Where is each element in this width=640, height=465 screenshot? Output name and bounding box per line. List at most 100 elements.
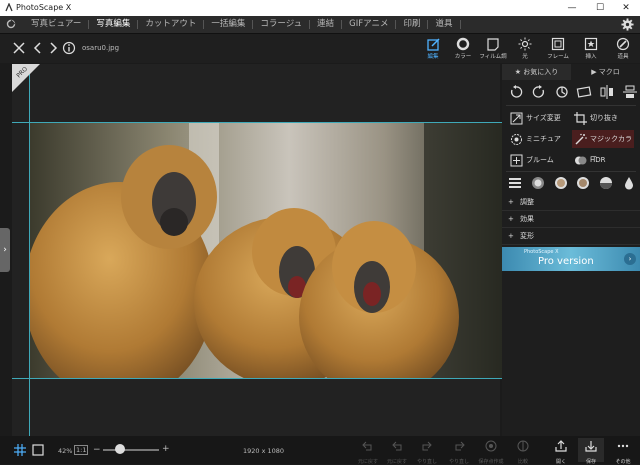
chevron-right-icon[interactable] — [46, 41, 60, 55]
tool-miniature[interactable]: ミニチュア — [508, 130, 570, 148]
section-adjust[interactable]: + 調整 — [502, 194, 640, 211]
tool-hdr[interactable]: HDR — [572, 151, 634, 169]
color-icon — [456, 37, 470, 51]
gear-icon[interactable] — [621, 18, 634, 31]
app-icon — [4, 2, 14, 13]
photo-baboons[interactable] — [29, 122, 502, 378]
minimize-button[interactable]: — — [560, 1, 584, 15]
rotate-left-icon[interactable] — [508, 84, 524, 100]
edit-panel: ★ お気に入り ▶ マクロ サイズ変更 切り抜きミニチュア マジックカラー ブルーム H… — [502, 64, 640, 436]
tool-resize[interactable]: サイズ変更 — [508, 109, 570, 127]
redo-button[interactable]: やり直し — [414, 438, 440, 465]
tool-icon — [616, 37, 630, 51]
undo-all-button[interactable]: 元に戻す — [355, 438, 381, 465]
frame-icon — [551, 37, 565, 51]
crop-guide-bottom[interactable] — [12, 378, 502, 379]
favorites-tab[interactable]: ★ お気に入り — [502, 64, 571, 80]
rotate-right-icon[interactable] — [531, 84, 547, 100]
open-button[interactable]: 開く — [548, 438, 574, 465]
tool-frame[interactable]: フレーム — [544, 37, 572, 61]
save-icon — [585, 441, 597, 452]
menu-tab[interactable]: コラージュ — [253, 20, 311, 29]
photoscape-logo-icon[interactable] — [6, 19, 16, 29]
tool-label: 挿入 — [585, 54, 597, 60]
one-to-one-button[interactable]: 1:1 — [74, 445, 89, 455]
fit-frame-icon[interactable] — [32, 444, 44, 456]
image-dimensions: 1920 x 1080 — [243, 447, 285, 455]
menu-bar: 写真ビュアー 写真編集 カットアウト 一括編集 コラージュ 連結 GIFアニメ 印刷 道具 — [0, 16, 640, 34]
plus-icon: + — [508, 198, 514, 206]
menu-tab[interactable]: 一括編集 — [204, 20, 254, 29]
maximize-button[interactable]: ☐ — [588, 1, 612, 15]
undo-all-icon — [362, 441, 372, 451]
save-button[interactable]: 保存 — [578, 438, 604, 465]
insert-icon — [584, 37, 598, 51]
file-name: osaru0.jpg — [82, 44, 120, 52]
zoom-out-icon[interactable]: − — [93, 445, 101, 455]
tool-edit[interactable]: 編集 — [419, 37, 447, 61]
menu-tab[interactable]: カットアウト — [138, 20, 205, 29]
tool-insert[interactable]: 挿入 — [577, 37, 605, 61]
flip-horizontal-icon[interactable] — [599, 84, 615, 100]
chevron-left-icon[interactable] — [31, 41, 45, 55]
redo-icon — [422, 441, 432, 451]
savepoint-button[interactable]: 保存点作成 — [478, 438, 504, 465]
divider — [506, 171, 636, 172]
menu-tab[interactable]: 道具 — [428, 20, 461, 29]
miniature-icon — [511, 134, 522, 145]
warm-icon[interactable] — [576, 176, 590, 190]
compare-icon — [517, 440, 529, 452]
undo-icon — [392, 441, 402, 451]
rotate-flip-row — [508, 84, 638, 102]
compare-button[interactable]: 比較 — [510, 438, 536, 465]
section-transform[interactable]: + 変形 — [502, 228, 640, 245]
vignette-icon[interactable] — [531, 176, 545, 190]
menu-tab[interactable]: 写真編集 — [89, 20, 139, 29]
levels-icon[interactable] — [508, 176, 522, 190]
half-tone-icon[interactable] — [599, 176, 613, 190]
straighten-icon[interactable] — [576, 84, 592, 100]
left-panel-toggle[interactable]: › — [0, 228, 10, 272]
tool-magic-color[interactable]: マジックカラー — [572, 130, 634, 161]
tool-tool[interactable]: 道具 — [609, 37, 637, 61]
water-drop-icon[interactable] — [622, 176, 636, 190]
undo-button[interactable]: 元に戻す — [384, 438, 410, 465]
more-icon — [617, 444, 629, 448]
flip-vertical-icon[interactable] — [622, 84, 638, 100]
tool-color[interactable]: カラー — [449, 37, 477, 61]
zoom-in-icon[interactable]: + — [162, 444, 170, 454]
tool-light[interactable]: 光 — [511, 37, 539, 61]
zoom-slider-knob[interactable] — [114, 444, 125, 454]
redo-all-button[interactable]: やり直し — [446, 438, 472, 465]
sepia-icon[interactable] — [554, 176, 568, 190]
crop-guide-left[interactable] — [29, 64, 30, 436]
menu-tab[interactable]: 印刷 — [396, 20, 429, 29]
more-button[interactable]: その他 — [610, 438, 636, 465]
bloom-icon — [510, 154, 523, 167]
arrow-right-icon: › — [624, 253, 636, 265]
zoom-level: 42% — [58, 447, 73, 455]
tool-crop[interactable]: 切り抜き — [572, 109, 634, 127]
macro-tab[interactable]: ▶ マクロ — [571, 64, 640, 80]
menu-tab[interactable]: 連結 — [310, 20, 343, 29]
tool-label: サイズ変更 — [526, 114, 561, 122]
zoom-slider-track[interactable] — [103, 449, 159, 451]
tool-bloom[interactable]: ブルーム — [508, 151, 570, 169]
pro-version-banner[interactable]: PhotoScape X Pro version › — [502, 247, 640, 271]
info-icon[interactable] — [62, 41, 76, 55]
hdr-icon — [575, 156, 587, 165]
close-window-button[interactable]: ✕ — [614, 1, 638, 15]
tool-label: 道具 — [617, 54, 629, 60]
tool-film[interactable]: フィルム調 — [479, 37, 507, 61]
section-effects[interactable]: + 効果 — [502, 211, 640, 228]
menu-tab[interactable]: 写真ビュアー — [24, 20, 90, 29]
menu-tab[interactable]: GIFアニメ — [342, 20, 397, 29]
bottom-bar: 42% 1:1 − + 1920 x 1080 元に戻す 元に戻す やり直し やり直し… — [0, 436, 640, 465]
savepoint-icon — [485, 440, 497, 452]
crop-guide-top[interactable] — [12, 122, 502, 123]
rotate-free-icon[interactable] — [554, 84, 570, 100]
tool-label: ミニチュア — [526, 135, 561, 143]
grid-icon[interactable] — [14, 444, 26, 456]
close-icon[interactable] — [12, 41, 26, 55]
chevron-right-icon: › — [3, 245, 7, 255]
